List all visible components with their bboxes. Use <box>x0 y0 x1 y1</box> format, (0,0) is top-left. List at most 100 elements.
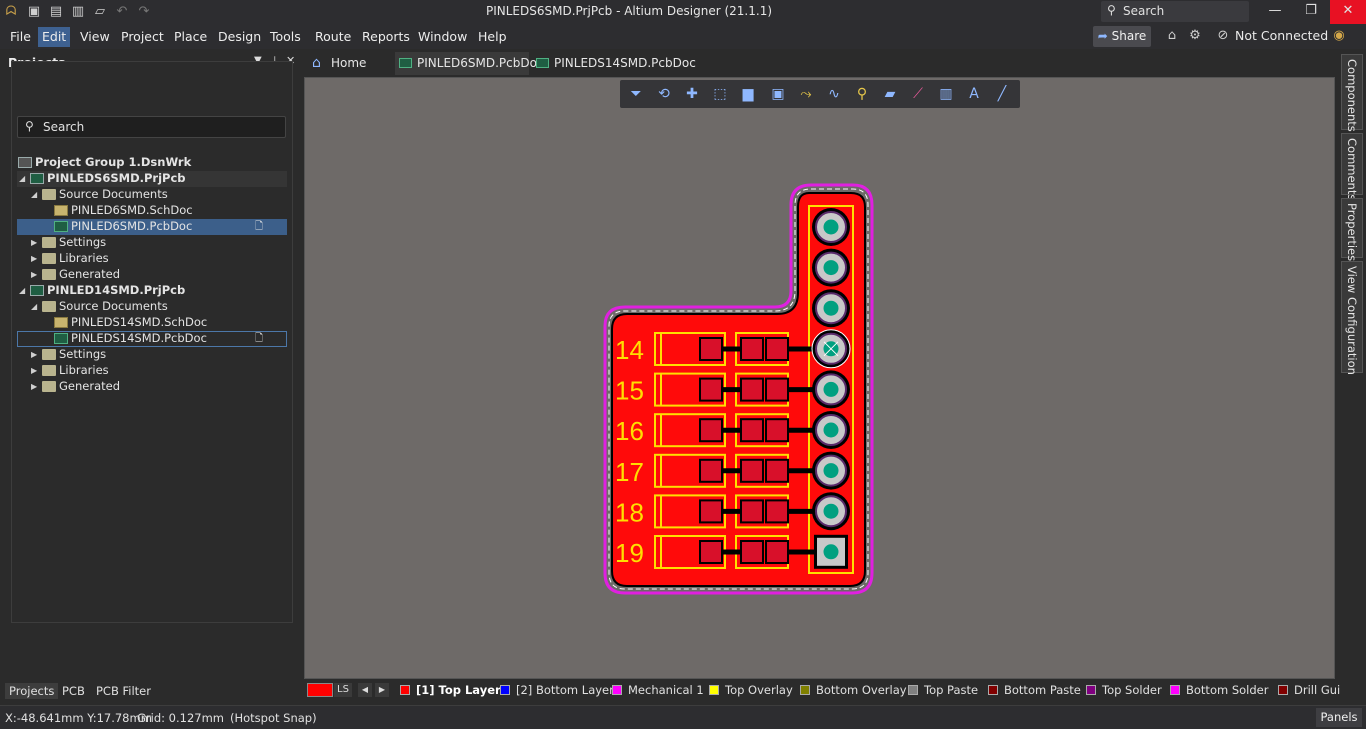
crosshair-icon[interactable]: ✚ <box>681 84 703 104</box>
dimension-icon[interactable]: ▥ <box>935 84 957 104</box>
menu-project[interactable]: Project <box>117 27 168 47</box>
panel-tab-properties[interactable]: Properties <box>1341 198 1363 261</box>
tree-item-settings[interactable]: ▶ Settings <box>17 347 287 363</box>
collapse-arrow-icon[interactable]: ▶ <box>31 379 41 394</box>
header-pads <box>811 208 851 569</box>
resistor-pad <box>765 337 789 361</box>
place-component-icon[interactable]: ▣ <box>767 84 789 104</box>
panel-tab-view-configuration[interactable]: View Configuration <box>1341 261 1363 375</box>
led-pad <box>699 418 723 443</box>
tab-pinleds14smd-pcbdoc[interactable]: PINLEDS14SMD.PcbDoc <box>532 52 696 75</box>
layer-tab[interactable]: [2] Bottom Layer <box>500 682 614 699</box>
menu-place[interactable]: Place <box>170 27 211 47</box>
tree-item-schdoc[interactable]: PINLEDS14SMD.SchDoc <box>17 315 287 331</box>
global-search-input[interactable]: ⚲ Search <box>1101 1 1249 22</box>
right-panel-tabs: Components Comments Properties View Conf… <box>1338 50 1366 705</box>
expand-arrow-icon[interactable]: ◢ <box>19 283 29 298</box>
tab-pinled6smd-pcbdoc[interactable]: PINLED6SMD.PcbDoc <box>395 52 544 75</box>
connection-status[interactable]: Not Connected <box>1235 28 1328 43</box>
collapse-arrow-icon[interactable]: ▶ <box>31 363 41 378</box>
place-region-icon[interactable]: ⟋ <box>907 84 929 104</box>
resistor-pad <box>740 458 764 483</box>
pcb-board-drawing[interactable]: 14 15 16 17 18 19 <box>305 78 1336 680</box>
row-number-label: 18 <box>615 497 644 527</box>
panel-tab-components[interactable]: Components <box>1341 54 1363 132</box>
tree-label: Source Documents <box>59 187 168 201</box>
tree-item-source-documents[interactable]: ◢ Source Documents <box>17 187 287 203</box>
tab-projects[interactable]: Projects <box>5 683 59 699</box>
tree-item-project-14smd[interactable]: ◢ PINLED14SMD.PrjPcb <box>17 283 287 299</box>
minimize-button[interactable]: — <box>1257 0 1293 24</box>
layer-tab[interactable]: Top Solder <box>1086 682 1162 699</box>
project-search-input[interactable]: ⚲ Search <box>17 116 286 138</box>
expand-arrow-icon[interactable]: ◢ <box>31 299 41 314</box>
tree-item-project-6smd[interactable]: ◢ PINLEDS6SMD.PrjPcb <box>17 171 287 187</box>
interactive-snap-icon[interactable]: ⟲ <box>653 84 675 104</box>
layer-tab[interactable]: [1] Top Layer <box>400 682 501 699</box>
layer-label: Top Solder <box>1102 683 1162 697</box>
diff-pair-icon[interactable]: ∿ <box>823 84 845 104</box>
place-via-icon[interactable]: ⚲ <box>851 84 873 104</box>
layer-tab[interactable]: Top Paste <box>908 682 978 699</box>
tree-item-generated[interactable]: ▶ Generated <box>17 267 287 283</box>
tree-item-pcbdoc[interactable]: PINLED6SMD.PcbDoc 🗋 <box>17 219 287 235</box>
menu-reports[interactable]: Reports <box>358 27 414 47</box>
panel-tab-comments[interactable]: Comments <box>1341 133 1363 200</box>
place-line-icon[interactable]: ╱ <box>991 84 1013 104</box>
folder-icon <box>42 381 56 392</box>
tree-item-source-documents[interactable]: ◢ Source Documents <box>17 299 287 315</box>
menu-view[interactable]: View <box>76 27 114 47</box>
layer-tab[interactable]: Drill Gui <box>1278 682 1340 699</box>
home-icon: ⌂ <box>312 55 321 71</box>
menu-help[interactable]: Help <box>474 27 511 47</box>
pcb-canvas[interactable]: 14 15 16 17 18 19 <box>304 77 1335 679</box>
layer-tab[interactable]: Mechanical 1 <box>612 682 704 699</box>
menu-window[interactable]: Window <box>414 27 471 47</box>
collapse-arrow-icon[interactable]: ▶ <box>31 251 41 266</box>
layer-tab[interactable]: Bottom Overlay <box>800 682 907 699</box>
expand-arrow-icon[interactable]: ◢ <box>31 187 41 202</box>
tab-home-page[interactable]: ⌂ Home Page <box>309 52 395 92</box>
tab-pcb[interactable]: PCB <box>58 683 89 699</box>
layer-scroll-right-icon[interactable]: ▶ <box>375 683 389 697</box>
panels-button[interactable]: Panels <box>1316 708 1362 727</box>
tree-item-schdoc[interactable]: PINLED6SMD.SchDoc <box>17 203 287 219</box>
collapse-arrow-icon[interactable]: ▶ <box>31 267 41 282</box>
current-layer-swatch[interactable] <box>307 683 333 697</box>
expand-arrow-icon[interactable]: ◢ <box>19 171 29 186</box>
workspace-icon <box>18 157 32 168</box>
layer-tab[interactable]: Top Overlay <box>709 682 793 699</box>
menu-tools[interactable]: Tools <box>266 27 305 47</box>
filter-icon[interactable]: ⏷ <box>625 84 647 104</box>
maximize-button[interactable]: ❐ <box>1293 0 1329 24</box>
close-button[interactable]: ✕ <box>1330 0 1366 24</box>
collapse-arrow-icon[interactable]: ▶ <box>31 235 41 250</box>
layer-tab[interactable]: Bottom Solder <box>1170 682 1268 699</box>
tree-item-generated[interactable]: ▶ Generated <box>17 379 287 395</box>
menu-route[interactable]: Route <box>311 27 355 47</box>
tree-label: Source Documents <box>59 299 168 313</box>
select-rectangle-icon[interactable]: ⬚ <box>709 84 731 104</box>
tree-item-pcbdoc[interactable]: PINLEDS14SMD.PcbDoc 🗋 <box>17 331 287 347</box>
layer-tab[interactable]: Bottom Paste <box>988 682 1081 699</box>
user-avatar-icon[interactable]: ◉ <box>1330 27 1348 45</box>
menu-file[interactable]: File <box>6 27 35 47</box>
layer-set-button[interactable]: LS <box>334 683 352 697</box>
gear-icon[interactable]: ⚙ <box>1186 27 1204 45</box>
align-icon[interactable]: ▆ <box>737 84 759 104</box>
home-icon[interactable]: ⌂ <box>1163 27 1181 45</box>
tree-item-settings[interactable]: ▶ Settings <box>17 235 287 251</box>
layer-scroll-left-icon[interactable]: ◀ <box>358 683 372 697</box>
tree-item-libraries[interactable]: ▶ Libraries <box>17 251 287 267</box>
route-icon[interactable]: ⤳ <box>795 84 817 104</box>
tree-item-project-group[interactable]: Project Group 1.DsnWrk <box>17 155 287 171</box>
tab-pcb-filter[interactable]: PCB Filter <box>92 683 155 699</box>
tree-item-libraries[interactable]: ▶ Libraries <box>17 363 287 379</box>
menu-design[interactable]: Design <box>214 27 265 47</box>
collapse-arrow-icon[interactable]: ▶ <box>31 347 41 362</box>
share-button[interactable]: ➦ Share <box>1093 26 1151 47</box>
place-polygon-icon[interactable]: ▰ <box>879 84 901 104</box>
resistor-pad <box>765 377 789 402</box>
place-string-icon[interactable]: A <box>963 84 985 104</box>
menu-edit[interactable]: Edit <box>38 27 71 47</box>
